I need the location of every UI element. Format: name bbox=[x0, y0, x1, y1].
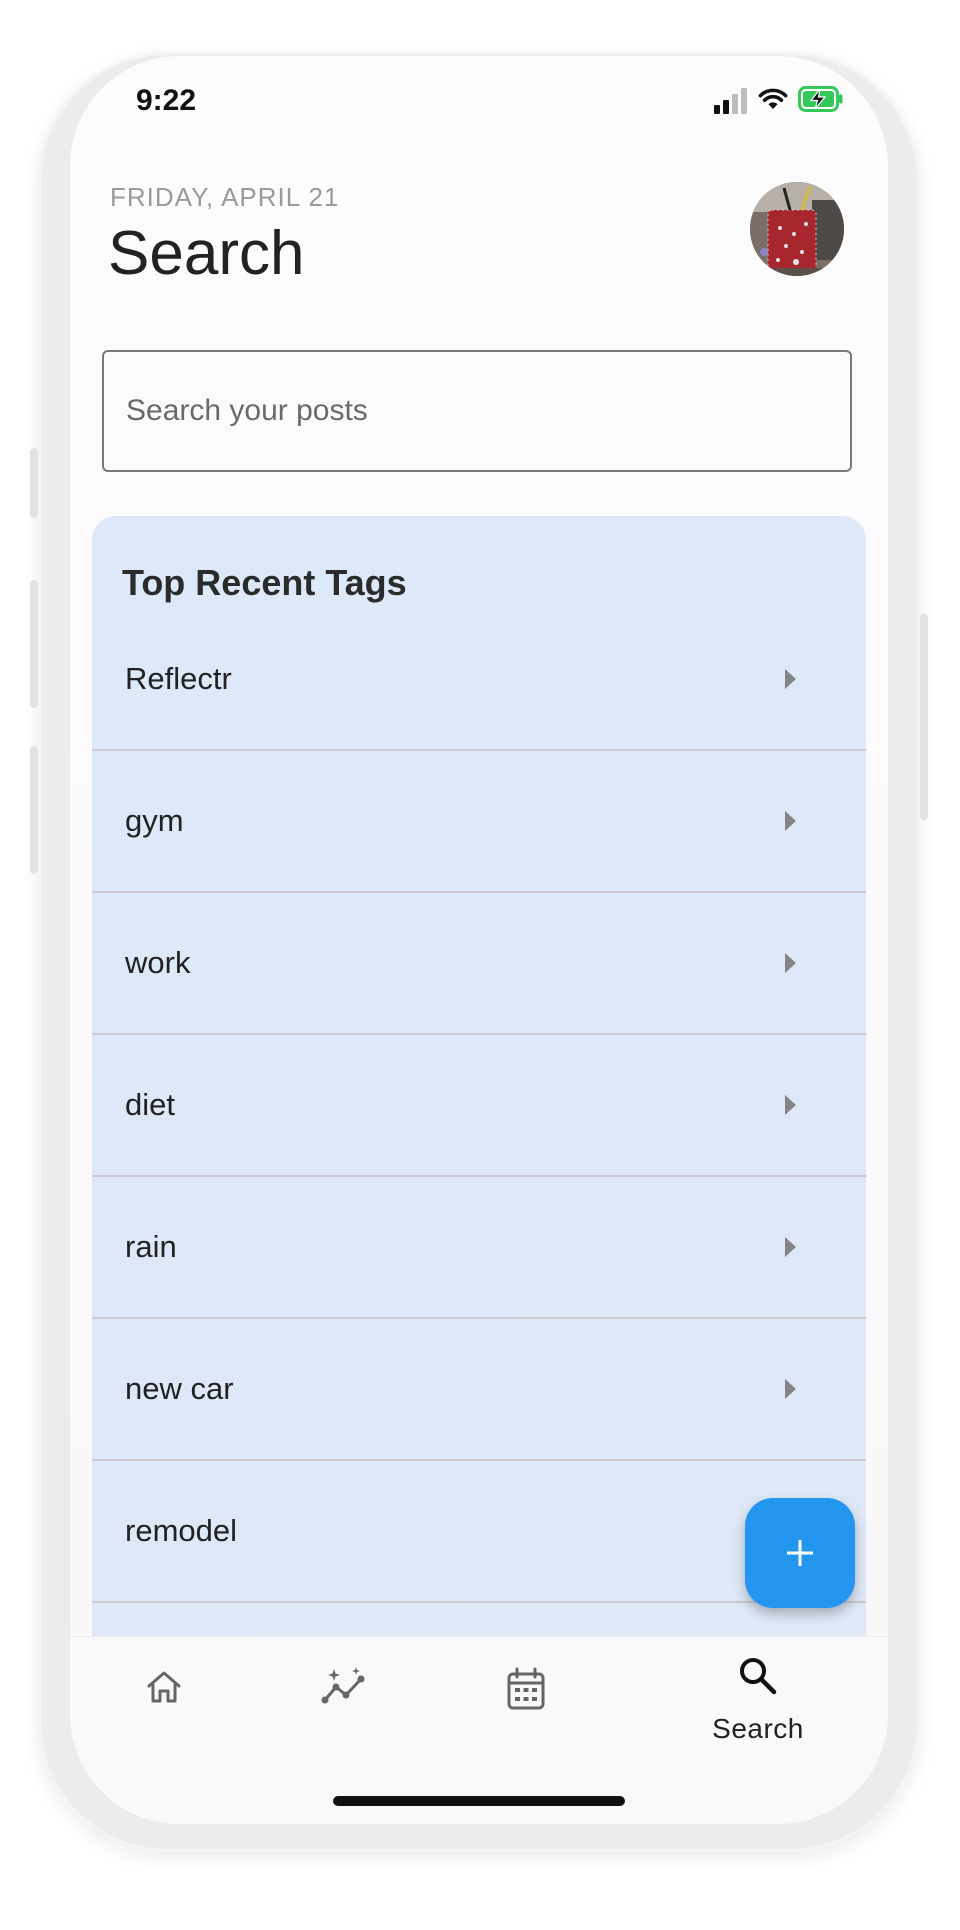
nav-insights[interactable] bbox=[264, 1637, 424, 1757]
tag-row-work[interactable]: work bbox=[92, 893, 866, 1035]
chevron-right-icon bbox=[785, 1095, 796, 1115]
tag-row-new-car[interactable]: new car bbox=[92, 1319, 866, 1461]
app-screen: 9:22 FRIDAY, APRIL 21 Search Search your… bbox=[70, 56, 888, 1824]
tag-label: diet bbox=[125, 1087, 175, 1122]
tag-row-gym[interactable]: gym bbox=[92, 751, 866, 893]
tag-label: remodel bbox=[125, 1513, 237, 1548]
tag-label: work bbox=[125, 945, 191, 980]
status-time: 9:22 bbox=[136, 84, 197, 117]
tag-row-diet[interactable]: diet bbox=[92, 1035, 866, 1177]
nav-search[interactable]: Search bbox=[678, 1637, 838, 1757]
chevron-right-icon bbox=[785, 953, 796, 973]
top-recent-tags-card: Top Recent Tags Reflectr gym work diet r… bbox=[92, 516, 866, 1824]
search-field[interactable] bbox=[102, 350, 852, 472]
header-date: FRIDAY, APRIL 21 bbox=[110, 182, 340, 212]
volume-down-button bbox=[30, 746, 38, 874]
user-avatar-image bbox=[750, 182, 844, 276]
tags-section-title: Top Recent Tags bbox=[122, 562, 407, 603]
wifi-icon bbox=[758, 88, 788, 109]
page-title: Search bbox=[108, 219, 305, 288]
cellular-signal-icon bbox=[710, 86, 750, 114]
tag-label: gym bbox=[125, 803, 184, 838]
calendar-icon bbox=[507, 1667, 545, 1710]
nav-home[interactable] bbox=[82, 1637, 242, 1757]
plus-icon bbox=[787, 1540, 813, 1566]
chevron-right-icon bbox=[785, 1237, 796, 1257]
power-button bbox=[920, 614, 928, 820]
add-post-button[interactable] bbox=[745, 1498, 855, 1608]
tag-label: Reflectr bbox=[125, 661, 232, 696]
nav-search-label: Search bbox=[712, 1713, 804, 1744]
tag-label: new car bbox=[125, 1371, 234, 1406]
home-indicator[interactable] bbox=[333, 1796, 625, 1806]
chevron-right-icon bbox=[785, 1379, 796, 1399]
volume-up-button bbox=[30, 580, 38, 708]
tag-row-reflectr[interactable]: Reflectr bbox=[92, 609, 866, 751]
chevron-right-icon bbox=[785, 811, 796, 831]
chevron-right-icon bbox=[785, 669, 796, 689]
avatar[interactable] bbox=[750, 182, 844, 276]
nav-calendar[interactable] bbox=[447, 1637, 607, 1757]
search-icon bbox=[740, 1658, 777, 1695]
home-icon bbox=[147, 1671, 181, 1703]
tag-label: rain bbox=[125, 1229, 177, 1264]
tag-row-rain[interactable]: rain bbox=[92, 1177, 866, 1319]
insights-icon bbox=[321, 1667, 365, 1704]
battery-charging-icon bbox=[798, 86, 843, 112]
silent-switch bbox=[30, 448, 38, 518]
search-input[interactable] bbox=[104, 352, 850, 470]
